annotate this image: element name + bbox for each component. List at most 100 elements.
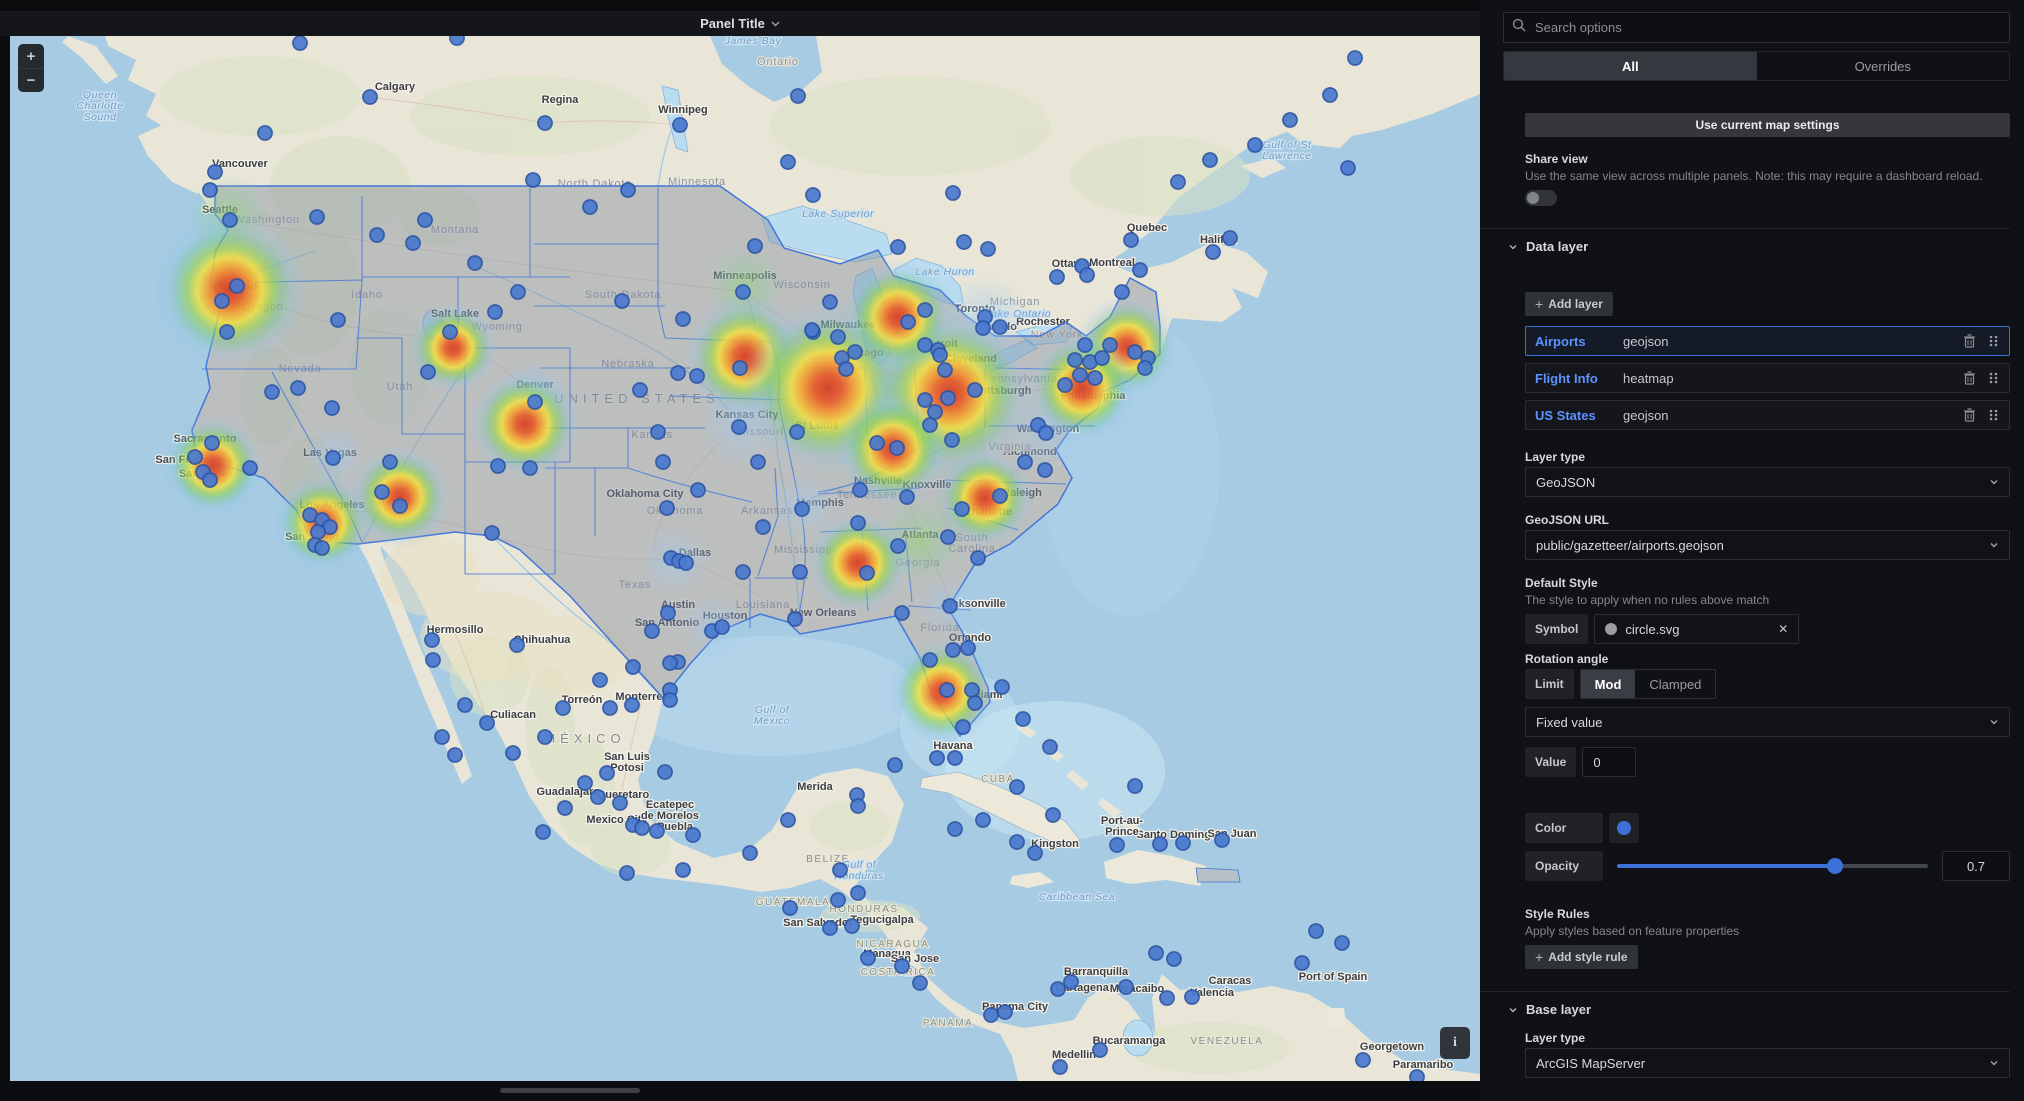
airport-dot[interactable] — [632, 382, 648, 398]
airport-dot[interactable] — [362, 89, 378, 105]
airport-dot[interactable] — [1123, 232, 1139, 248]
airport-dot[interactable] — [804, 322, 820, 338]
airport-dot[interactable] — [1409, 1069, 1425, 1081]
airport-dot[interactable] — [1009, 779, 1025, 795]
airport-dot[interactable] — [1015, 711, 1031, 727]
airport-dot[interactable] — [780, 154, 796, 170]
airport-dot[interactable] — [672, 117, 688, 133]
airport-dot[interactable] — [1127, 778, 1143, 794]
airport-dot[interactable] — [624, 697, 640, 713]
airport-dot[interactable] — [852, 482, 868, 498]
airport-dot[interactable] — [860, 950, 876, 966]
airport-dot[interactable] — [960, 640, 976, 656]
airport-dot[interactable] — [732, 360, 748, 376]
airport-dot[interactable] — [675, 311, 691, 327]
airport-dot[interactable] — [1205, 244, 1221, 260]
airport-dot[interactable] — [869, 435, 885, 451]
airport-dot[interactable] — [292, 36, 308, 51]
airport-dot[interactable] — [900, 314, 916, 330]
airport-dot[interactable] — [490, 458, 506, 474]
panel-header[interactable]: Panel Title — [0, 0, 1480, 36]
airport-dot[interactable] — [967, 382, 983, 398]
airport-dot[interactable] — [1202, 152, 1218, 168]
airport-dot[interactable] — [324, 400, 340, 416]
airport-dot[interactable] — [392, 498, 408, 514]
color-picker[interactable] — [1609, 813, 1639, 843]
airport-dot[interactable] — [947, 750, 963, 766]
airport-dot[interactable] — [487, 304, 503, 320]
airport-dot[interactable] — [434, 729, 450, 745]
airport-dot[interactable] — [992, 319, 1008, 335]
airport-dot[interactable] — [755, 519, 771, 535]
airport-dot[interactable] — [657, 764, 673, 780]
airport-dot[interactable] — [917, 337, 933, 353]
airport-dot[interactable] — [890, 239, 906, 255]
horizontal-scrollbar[interactable] — [500, 1088, 640, 1093]
airport-dot[interactable] — [425, 652, 441, 668]
airport-dot[interactable] — [1308, 923, 1324, 939]
airport-dot[interactable] — [1294, 955, 1310, 971]
airport-dot[interactable] — [1166, 951, 1182, 967]
airport-dot[interactable] — [678, 555, 694, 571]
airport-dot[interactable] — [1109, 837, 1125, 853]
airport-dot[interactable] — [955, 719, 971, 735]
airport-dot[interactable] — [1247, 137, 1263, 153]
airport-dot[interactable] — [527, 394, 543, 410]
airport-dot[interactable] — [484, 525, 500, 541]
airport-dot[interactable] — [832, 862, 848, 878]
airport-dot[interactable] — [1152, 836, 1168, 852]
airport-dot[interactable] — [522, 460, 538, 476]
airport-dot[interactable] — [1214, 832, 1230, 848]
airport-dot[interactable] — [1132, 262, 1148, 278]
slider-track[interactable] — [1617, 858, 1928, 874]
airport-dot[interactable] — [290, 380, 306, 396]
airport-dot[interactable] — [937, 362, 953, 378]
airport-dot[interactable] — [789, 424, 805, 440]
airport-dot[interactable] — [850, 885, 866, 901]
airport-dot[interactable] — [1087, 370, 1103, 386]
airport-dot[interactable] — [956, 234, 972, 250]
airport-dot[interactable] — [1063, 974, 1079, 990]
airport-dot[interactable] — [983, 1007, 999, 1023]
airport-dot[interactable] — [662, 692, 678, 708]
airport-dot[interactable] — [1037, 462, 1053, 478]
airport-dot[interactable] — [229, 278, 245, 294]
airport-dot[interactable] — [417, 212, 433, 228]
airport-dot[interactable] — [1170, 174, 1186, 190]
trash-icon[interactable] — [1962, 334, 1976, 348]
airport-dot[interactable] — [894, 958, 910, 974]
airport-dot[interactable] — [1077, 337, 1093, 353]
airport-dot[interactable] — [447, 747, 463, 763]
airport-dot[interactable] — [894, 605, 910, 621]
airport-dot[interactable] — [222, 212, 238, 228]
layer-row-flight-info[interactable]: Flight Info heatmap — [1525, 363, 2010, 393]
airport-dot[interactable] — [1079, 267, 1095, 283]
airport-dot[interactable] — [899, 489, 915, 505]
airport-dot[interactable] — [649, 823, 665, 839]
airport-dot[interactable] — [975, 812, 991, 828]
airport-dot[interactable] — [690, 482, 706, 498]
airport-dot[interactable] — [932, 347, 948, 363]
airport-dot[interactable] — [582, 199, 598, 215]
airport-dot[interactable] — [1355, 1052, 1371, 1068]
airport-dot[interactable] — [620, 182, 636, 198]
airport-dot[interactable] — [1017, 454, 1033, 470]
base-layer-section-header[interactable]: Base layer — [1508, 1002, 2010, 1017]
slider-handle[interactable] — [1826, 858, 1843, 874]
drag-handle-icon[interactable] — [1986, 408, 2000, 422]
airport-dot[interactable] — [970, 550, 986, 566]
airport-dot[interactable] — [1102, 337, 1118, 353]
airport-dot[interactable] — [557, 800, 573, 816]
airport-dot[interactable] — [612, 795, 628, 811]
airport-dot[interactable] — [714, 619, 730, 635]
airport-dot[interactable] — [675, 862, 691, 878]
search-input[interactable] — [1533, 19, 2001, 36]
airport-dot[interactable] — [374, 484, 390, 500]
airport-dot[interactable] — [792, 564, 808, 580]
geojson-url-select[interactable]: public/gazetteer/airports.geojson — [1525, 530, 2010, 560]
chevron-down-icon[interactable] — [771, 19, 780, 28]
airport-dot[interactable] — [509, 637, 525, 653]
airport-dot[interactable] — [655, 454, 671, 470]
airport-dot[interactable] — [330, 312, 346, 328]
airport-dot[interactable] — [537, 729, 553, 745]
